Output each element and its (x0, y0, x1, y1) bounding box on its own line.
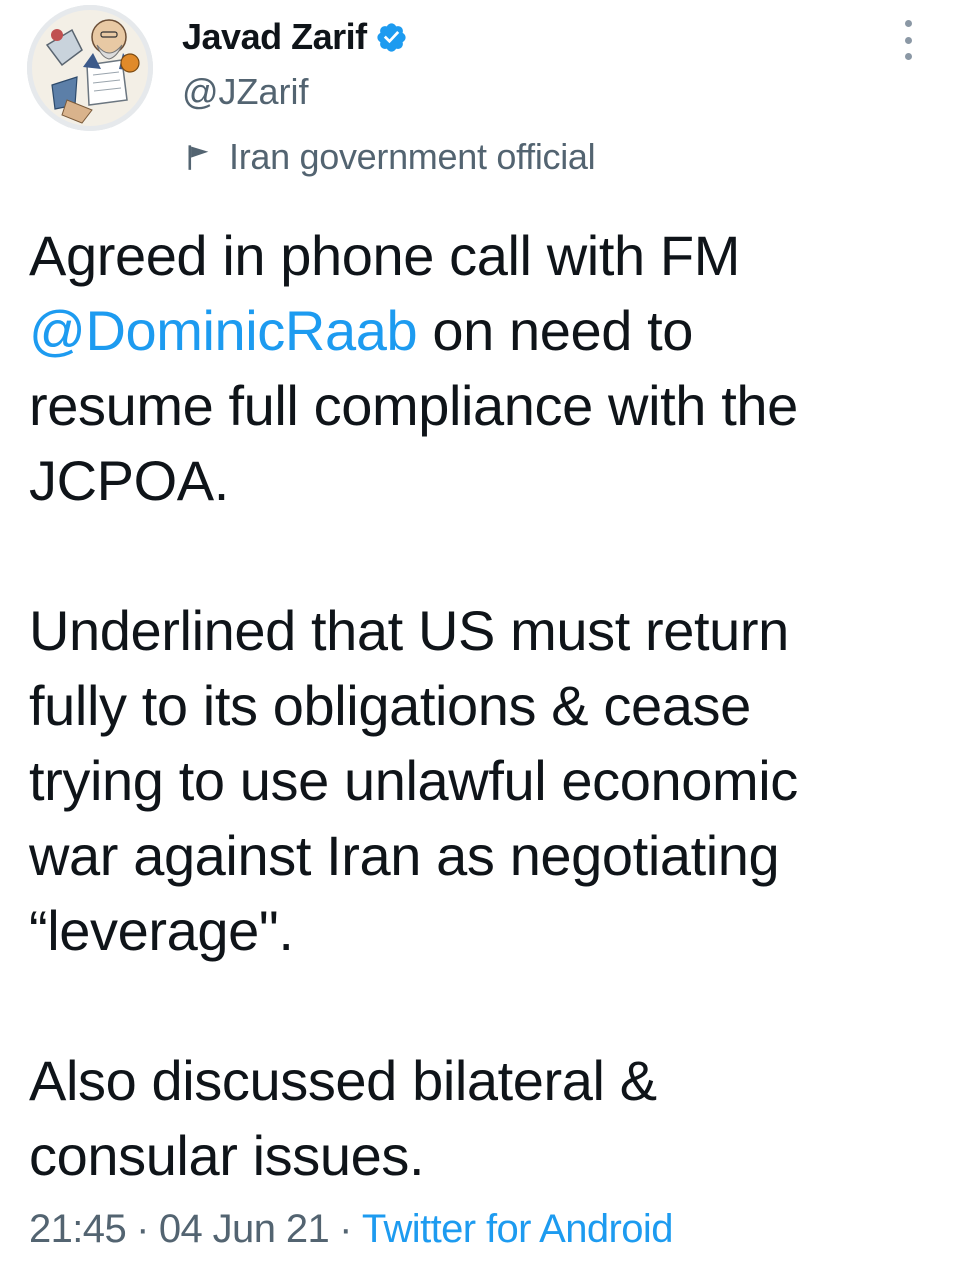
tweet-date[interactable]: 04 Jun 21 (159, 1207, 330, 1252)
tweet-text: Agreed in phone call with FM @DominicRaa… (29, 218, 929, 1193)
tweet-meta: 21:45 · 04 Jun 21 · Twitter for Android (29, 1204, 673, 1254)
tweet-time[interactable]: 21:45 (29, 1207, 127, 1252)
avatar-image (27, 5, 153, 131)
tweet-line: Underlined that US must return (29, 599, 789, 662)
tweet-line: trying to use unlawful economic (29, 749, 798, 812)
display-name-row[interactable]: Javad Zarif (182, 14, 408, 60)
tweet-line: resume full compliance with the (29, 374, 798, 437)
more-vertical-icon (904, 20, 912, 27)
separator: · (136, 1206, 149, 1251)
tweet-line: JCPOA. (29, 449, 229, 512)
tweet-line: @DominicRaab on need to (29, 299, 694, 362)
tweet-line: war against Iran as negotiating (29, 824, 780, 887)
tweet-line: Also discussed bilateral & (29, 1049, 657, 1112)
tweet-line: “leverage". (29, 899, 294, 962)
user-handle[interactable]: @JZarif (182, 74, 309, 110)
verified-badge-icon (377, 22, 406, 52)
tweet-line: fully to its obligations & cease (29, 674, 751, 737)
avatar[interactable] (27, 5, 153, 131)
more-options-button[interactable] (896, 20, 920, 60)
mention-link[interactable]: @DominicRaab (29, 299, 418, 362)
account-label[interactable]: Iran government official (185, 136, 596, 177)
tweet-line: Agreed in phone call with FM (29, 224, 740, 287)
tweet-source-link[interactable]: Twitter for Android (362, 1207, 674, 1252)
display-name[interactable]: Javad Zarif (182, 19, 367, 55)
government-label: Iran government official (229, 136, 596, 177)
tweet-line: consular issues. (29, 1124, 425, 1187)
flag-icon (188, 145, 209, 170)
separator: · (339, 1206, 352, 1251)
